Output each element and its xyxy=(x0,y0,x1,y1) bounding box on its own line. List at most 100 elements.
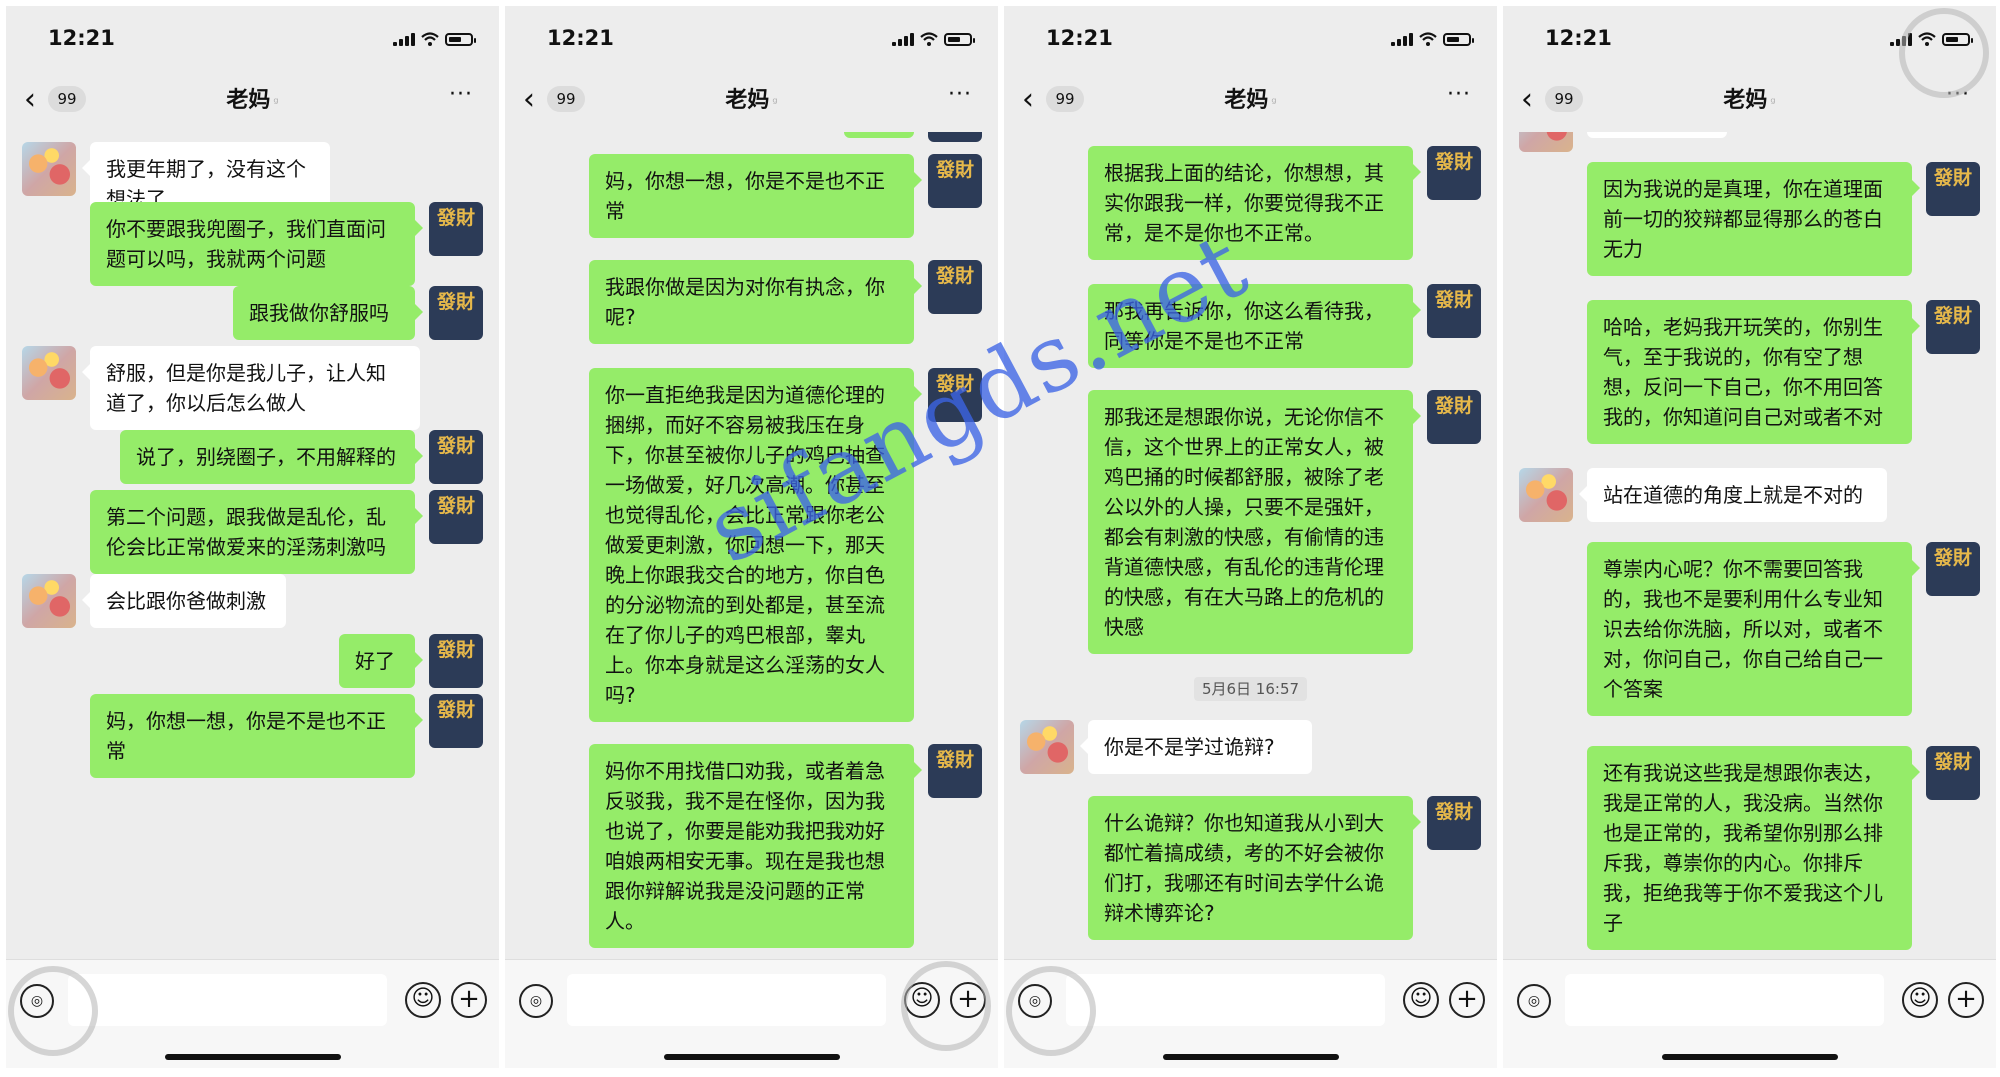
voice-input-icon[interactable]: ◎ xyxy=(519,984,553,1018)
contact-avatar[interactable] xyxy=(1020,720,1074,774)
contact-avatar[interactable] xyxy=(1519,132,1573,152)
ear-icon: ᵍ xyxy=(1770,96,1776,111)
message-bubble-outgoing[interactable]: 那我还是想跟你说，无论你信不信，这个世界上的正常女人，被鸡巴捅的时候都舒服，被除… xyxy=(1088,390,1421,654)
more-options-button[interactable]: ··· xyxy=(948,82,972,107)
home-indicator xyxy=(663,1054,840,1060)
user-avatar[interactable]: 發財 xyxy=(1926,300,1980,354)
user-avatar[interactable]: 發財 xyxy=(429,202,483,256)
plus-icon[interactable]: + xyxy=(1948,982,1984,1018)
nav-bar: ‹ 99 老妈 ᵍ ··· xyxy=(6,66,499,132)
contact-avatar[interactable] xyxy=(22,346,76,400)
status-time: 12:21 xyxy=(1545,26,1612,50)
message-bubble-incoming[interactable]: 你是不是学过诡辩? xyxy=(1080,720,1312,774)
user-avatar[interactable]: 發財 xyxy=(1926,162,1980,216)
status-bar: 12:21 xyxy=(505,6,998,66)
user-avatar[interactable]: 發財 xyxy=(429,286,483,340)
message-bubble-outgoing[interactable]: 好了 xyxy=(339,634,423,688)
contact-avatar[interactable] xyxy=(22,142,76,196)
message-list: 我更年期了，没有这个想法了 發財 你不要跟我兜圈子，我们直面问题可以吗，我就两个… xyxy=(6,132,499,960)
message-bubble-outgoing[interactable]: 第二个问题，跟我做是乱伦，乱伦会比正常做爱来的淫荡刺激吗 xyxy=(90,490,423,574)
user-avatar[interactable]: 發財 xyxy=(429,490,483,544)
user-avatar[interactable]: 發財 xyxy=(429,634,483,688)
status-icons xyxy=(892,32,975,46)
emoji-icon[interactable]: ☺ xyxy=(1902,982,1938,1018)
message-bubble-outgoing[interactable]: 你不要跟我兜圈子，我们直面问题可以吗，我就两个问题 xyxy=(90,202,423,286)
message-bubble-outgoing[interactable]: 还有我说这些我是想跟你表达，我是正常的人，我没病。当然你也是正常的，我希望你别那… xyxy=(1587,746,1920,950)
status-time: 12:21 xyxy=(48,26,115,50)
message-bubble-outgoing[interactable]: 根据我上面的结论，你想想，其实你跟我一样，你要觉得我不正常，是不是你也不正常。 xyxy=(1088,146,1421,260)
message-list: 發財 根据我上面的结论，你想想，其实你跟我一样，你要觉得我不正常，是不是你也不正… xyxy=(1004,132,1497,960)
message-bubble-incoming[interactable] xyxy=(1587,132,1727,138)
nav-bar: ‹ 99 老妈 ᵍ ··· xyxy=(505,66,998,132)
battery-icon xyxy=(1443,33,1474,46)
message-bubble-incoming[interactable]: 会比跟你爸做刺激 xyxy=(82,574,286,628)
ear-icon: ᵍ xyxy=(273,96,279,111)
message-bubble-outgoing[interactable]: 跟我做你舒服吗 xyxy=(233,286,423,340)
message-bubble-outgoing[interactable]: 什么诡辩？你也知道我从小到大都忙着搞成绩，考的不好会被你们打，我哪还有时间去学什… xyxy=(1088,796,1421,940)
status-icons xyxy=(1391,32,1474,46)
message-input[interactable] xyxy=(68,974,387,1026)
user-avatar[interactable]: 發財 xyxy=(1427,284,1481,338)
home-indicator xyxy=(1162,1054,1339,1060)
user-avatar[interactable]: 發財 xyxy=(1926,746,1980,800)
message-input[interactable] xyxy=(1565,974,1884,1026)
battery-icon xyxy=(944,33,975,46)
chat-title-text: 老妈 xyxy=(1723,88,1768,113)
emoji-icon[interactable]: ☺ xyxy=(1403,982,1439,1018)
emoji-icon[interactable]: ☺ xyxy=(405,982,441,1018)
status-bar: 12:21 xyxy=(6,6,499,66)
message-bubble-outgoing[interactable]: 妈你不用找借口劝我，或者着急反驳我，我不是在怪你，因为我也说了，你要是能劝我把我… xyxy=(589,744,922,948)
watermark-stamp-icon xyxy=(1899,8,1989,98)
signal-icon xyxy=(393,33,415,46)
user-avatar[interactable]: 發財 xyxy=(1926,542,1980,596)
message-bubble-outgoing[interactable]: 妈，你想一想，你是不是也不正常 xyxy=(589,154,922,238)
user-avatar[interactable]: 發財 xyxy=(1427,390,1481,444)
wifi-icon xyxy=(421,32,439,46)
message-input[interactable] xyxy=(567,974,886,1026)
wifi-icon xyxy=(920,32,938,46)
chat-title: 老妈 ᵍ xyxy=(6,82,499,114)
ear-icon: ᵍ xyxy=(1271,96,1277,111)
input-bar: ◎ ☺ + xyxy=(1503,959,1996,1068)
plus-icon[interactable]: + xyxy=(451,982,487,1018)
message-bubble-outgoing[interactable]: 哈哈，老妈我开玩笑的，你别生气，至于我说的，你有空了想想，反问一下自己，你不用回… xyxy=(1587,300,1920,444)
watermark-stamp-icon xyxy=(1006,966,1096,1056)
message-bubble-outgoing[interactable]: 尊崇内心呢？你不需要回答我的，我也不是要利用什么专业知识去给你洗脑，所以对，或者… xyxy=(1587,542,1920,716)
chat-title-text: 老妈 xyxy=(1224,88,1269,113)
more-options-button[interactable]: ··· xyxy=(449,82,473,107)
ear-icon: ᵍ xyxy=(772,96,778,111)
message-bubble-outgoing[interactable]: 我跟你做是因为对你有执念，你呢? xyxy=(589,260,922,344)
contact-avatar[interactable] xyxy=(22,574,76,628)
message-bubble-outgoing[interactable] xyxy=(844,132,914,138)
message-bubble-outgoing[interactable]: 说了，别绕圈子，不用解释的 xyxy=(120,430,423,484)
plus-icon[interactable]: + xyxy=(1449,982,1485,1018)
message-bubble-incoming[interactable]: 站在道德的角度上就是不对的 xyxy=(1579,468,1887,522)
user-avatar[interactable]: 發財 xyxy=(1427,146,1481,200)
user-avatar[interactable]: 發財 xyxy=(928,744,982,798)
wifi-icon xyxy=(1419,32,1437,46)
voice-input-icon[interactable]: ◎ xyxy=(1517,984,1551,1018)
chat-title-text: 老妈 xyxy=(725,88,770,113)
user-avatar[interactable]: 發財 xyxy=(1427,796,1481,850)
battery-icon xyxy=(445,33,476,46)
status-time: 12:21 xyxy=(547,26,614,50)
contact-avatar[interactable] xyxy=(1519,468,1573,522)
chat-screen-3: 12:21 ‹ 99 老妈 ᵍ ··· 發財 根据我上面的结论，你想想，其实你跟我… xyxy=(1004,6,1497,1068)
user-avatar[interactable]: 發財 xyxy=(928,154,982,208)
user-avatar[interactable]: 發財 xyxy=(429,430,483,484)
status-time: 12:21 xyxy=(1046,26,1113,50)
user-avatar[interactable]: 發財 xyxy=(928,132,982,142)
more-options-button[interactable]: ··· xyxy=(1447,82,1471,107)
timestamp: 5月6日 16:57 xyxy=(1004,677,1497,701)
watermark-stamp-icon xyxy=(901,961,991,1051)
message-bubble-incoming[interactable]: 舒服，但是你是我儿子，让人知道了，你以后怎么做人 xyxy=(82,346,420,430)
message-list: 發財 因为我说的是真理，你在道理面前一切的狡辩都显得那么的苍白无力 發財 哈哈，… xyxy=(1503,132,1996,960)
chat-title-text: 老妈 xyxy=(226,88,271,113)
message-bubble-outgoing[interactable]: 因为我说的是真理，你在道理面前一切的狡辩都显得那么的苍白无力 xyxy=(1587,162,1920,276)
nav-bar: ‹ 99 老妈 ᵍ ··· xyxy=(1004,66,1497,132)
user-avatar[interactable]: 發財 xyxy=(928,260,982,314)
chat-screen-1: 12:21 ‹ 99 老妈 ᵍ ··· 我更年期了，没有这个想法了 發財 你不要跟… xyxy=(6,6,499,1068)
message-bubble-outgoing[interactable]: 妈，你想一想，你是不是也不正常 xyxy=(90,694,423,778)
user-avatar[interactable]: 發財 xyxy=(429,694,483,748)
message-input[interactable] xyxy=(1066,974,1385,1026)
